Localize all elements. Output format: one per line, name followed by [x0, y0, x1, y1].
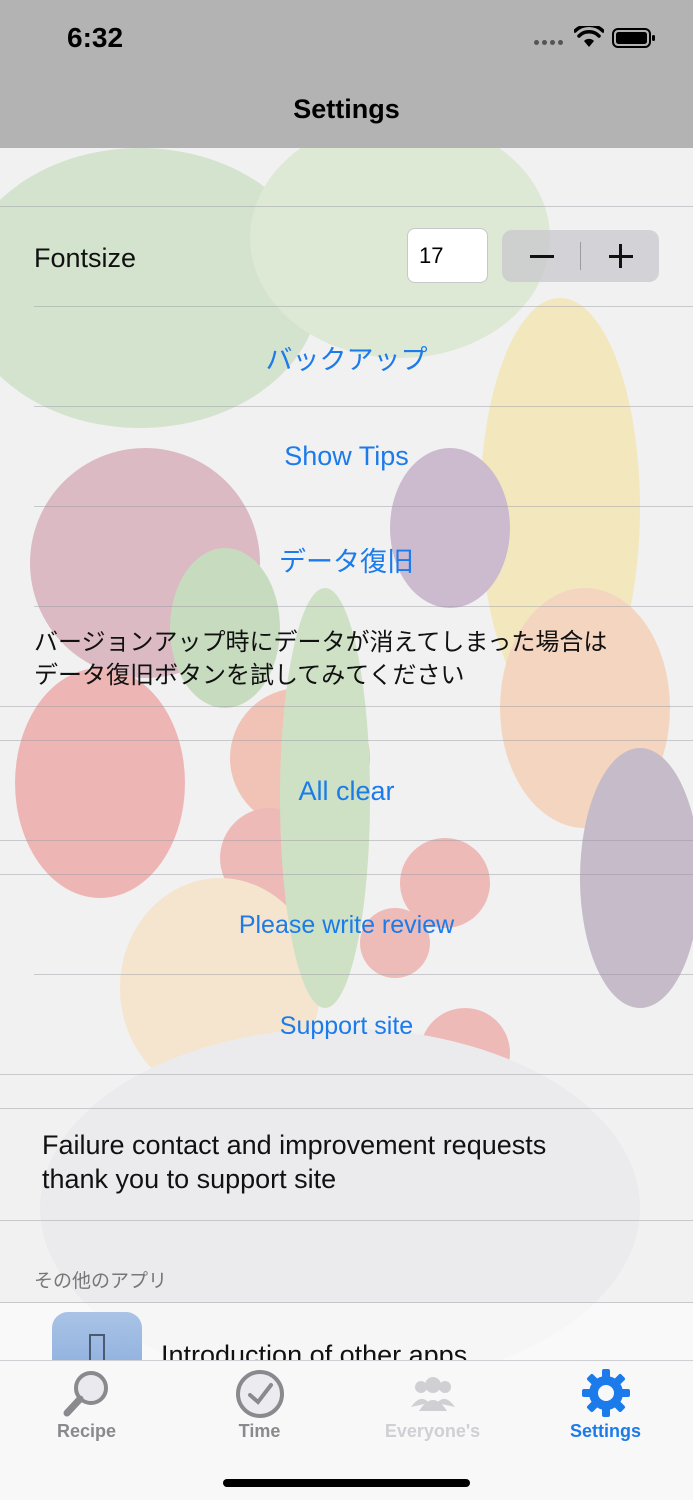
- fontsize-stepper[interactable]: [502, 230, 659, 282]
- separator: [0, 840, 693, 841]
- all-clear-button[interactable]: All clear: [0, 776, 693, 807]
- tab-time[interactable]: Time: [173, 1361, 346, 1461]
- separator: [34, 406, 693, 407]
- people-icon: [411, 1377, 455, 1411]
- show-tips-button[interactable]: Show Tips: [0, 441, 693, 472]
- clock-icon: [236, 1370, 284, 1418]
- tab-settings-label: Settings: [569, 1421, 641, 1441]
- separator: [34, 506, 693, 507]
- separator: [0, 874, 693, 875]
- support-note-line1: Failure contact and improvement requests: [42, 1130, 547, 1160]
- fontsize-label: Fontsize: [34, 243, 137, 273]
- separator: [0, 740, 693, 741]
- restore-note-line2: データ復旧ボタンを試してみてください: [34, 662, 465, 689]
- tab-recipe-label: Recipe: [56, 1421, 117, 1441]
- backup-button[interactable]: バックアップ: [0, 338, 693, 377]
- cellular-signal-icon: [534, 40, 563, 45]
- support-note-line2: thank you to support site: [42, 1164, 337, 1194]
- separator: [0, 1108, 693, 1109]
- tab-everyones-label: Everyone's: [384, 1421, 481, 1441]
- navigation-bar: 6:32 Settings: [0, 0, 693, 148]
- tab-everyones[interactable]: Everyone's: [346, 1361, 519, 1461]
- tab-settings[interactable]: Settings: [519, 1361, 692, 1461]
- separator: [0, 206, 693, 207]
- support-site-button[interactable]: Support site: [0, 1012, 693, 1041]
- wifi-icon: [574, 26, 604, 47]
- tab-time-label: Time: [238, 1421, 281, 1441]
- battery-icon: [612, 28, 655, 48]
- tab-bar: Recipe Time Everyone's Settings: [0, 1360, 693, 1500]
- tab-recipe[interactable]: Recipe: [0, 1361, 173, 1461]
- separator: [34, 306, 693, 307]
- separator: [34, 606, 693, 607]
- separator: [0, 1074, 693, 1075]
- separator: [34, 974, 693, 975]
- fontsize-field[interactable]: 17: [407, 228, 488, 283]
- write-review-button[interactable]: Please write review: [0, 911, 693, 940]
- plus-icon-vertical: [619, 244, 622, 268]
- gear-icon: [582, 1369, 630, 1417]
- separator: [0, 706, 693, 707]
- increment-button[interactable]: [581, 230, 659, 282]
- magnifier-icon: [63, 1371, 108, 1417]
- restore-note-line1: バージョンアップ時にデータが消えてしまった場合は: [34, 629, 608, 656]
- page-title: Settings: [293, 94, 400, 124]
- decrement-button[interactable]: [502, 230, 580, 282]
- restore-data-button[interactable]: データ復旧: [0, 540, 693, 579]
- minus-icon: [530, 255, 554, 258]
- settings-list: Fontsize 17 バックアップ Show Tips データ復旧 バージョン…: [0, 148, 693, 1372]
- other-apps-header: その他のアプリ: [34, 1271, 168, 1292]
- separator: [0, 1220, 693, 1221]
- home-indicator: [223, 1479, 470, 1487]
- status-time: 6:32: [67, 22, 124, 53]
- app-glyph-icon: [84, 1334, 110, 1362]
